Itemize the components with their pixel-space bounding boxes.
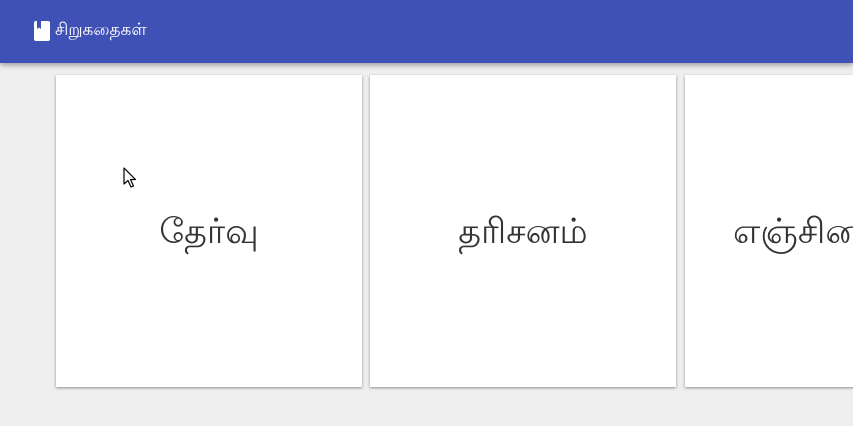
story-title: தேர்வு bbox=[159, 211, 259, 252]
book-icon bbox=[33, 20, 51, 42]
story-title: தரிசனம் bbox=[458, 211, 588, 252]
story-title: எஞ்சின bbox=[733, 211, 853, 252]
mouse-pointer-icon bbox=[123, 167, 137, 188]
story-card-list: தேர்வு தரிசனம் எஞ்சின bbox=[0, 0, 853, 426]
app-title: சிறுகதைகள் bbox=[55, 20, 147, 40]
story-card[interactable]: தேர்வு bbox=[56, 75, 362, 387]
app-title-link[interactable]: சிறுகதைகள் bbox=[33, 20, 147, 42]
story-card[interactable]: தரிசனம் bbox=[370, 75, 676, 387]
app-bar: சிறுகதைகள் bbox=[0, 0, 853, 63]
story-card[interactable]: எஞ்சின bbox=[685, 75, 853, 387]
